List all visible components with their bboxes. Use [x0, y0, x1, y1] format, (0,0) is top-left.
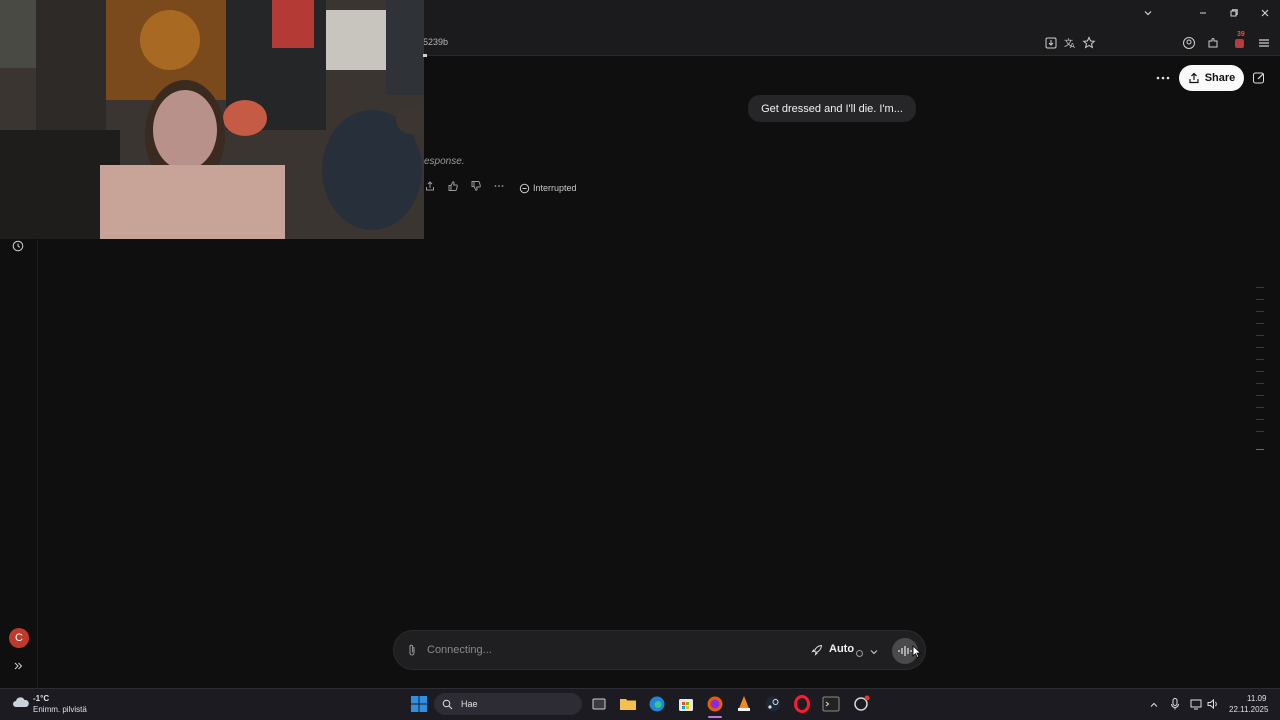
- firefox-icon[interactable]: [705, 694, 725, 714]
- clock-date[interactable]: 22.11.2025: [1229, 705, 1268, 714]
- file-explorer-icon[interactable]: [618, 694, 638, 714]
- opera-icon[interactable]: [792, 694, 812, 714]
- new-chat-icon[interactable]: [1251, 70, 1267, 86]
- more-actions-icon[interactable]: [493, 179, 505, 197]
- tray-overflow-chevron-icon[interactable]: [1148, 698, 1160, 710]
- steam-icon[interactable]: [763, 694, 783, 714]
- share-label: Share: [1204, 72, 1236, 84]
- rocket-icon[interactable]: [811, 643, 823, 656]
- close-window-button[interactable]: [1256, 6, 1274, 24]
- stop-circle-icon: [519, 183, 530, 193]
- network-icon[interactable]: [1189, 697, 1203, 711]
- active-app-indicator: [708, 716, 722, 718]
- more-options-icon[interactable]: [1155, 70, 1171, 86]
- scroll-tick: [1256, 347, 1264, 348]
- store-icon[interactable]: [676, 694, 696, 714]
- windows-start-icon[interactable]: [409, 694, 429, 714]
- extensions-icon[interactable]: [1205, 35, 1221, 51]
- restore-button[interactable]: [1225, 6, 1243, 24]
- webcam-feed-image: [0, 0, 424, 239]
- chatgpt-app-icon[interactable]: [851, 694, 871, 714]
- weather-cloud-icon[interactable]: [11, 695, 31, 711]
- message-actions: Interrupted: [424, 181, 577, 195]
- url-bar[interactable]: 5239b: [423, 37, 448, 47]
- scroll-tick: [1256, 335, 1264, 336]
- weather-description: Enimm. pilvistä: [33, 705, 87, 714]
- search-label: Hae: [461, 699, 478, 709]
- tab-list-chevron-icon[interactable]: [1139, 6, 1157, 24]
- svg-text:A: A: [1070, 42, 1075, 50]
- assistant-response-text: esponse.: [424, 156, 465, 167]
- interrupted-status: Interrupted: [519, 183, 577, 194]
- scroll-tick: [1256, 359, 1264, 360]
- vlc-icon[interactable]: [734, 694, 754, 714]
- scroll-tick: [1256, 323, 1264, 324]
- model-chevron-down-icon[interactable]: [869, 644, 879, 655]
- scroll-tick: [1256, 371, 1264, 372]
- taskbar-search[interactable]: Hae: [434, 693, 582, 715]
- microphone-icon[interactable]: [1169, 697, 1181, 711]
- scroll-tick: [1256, 431, 1264, 432]
- history-icon[interactable]: [11, 239, 25, 253]
- interrupted-label: Interrupted: [533, 183, 577, 193]
- addon-badge-icon[interactable]: 39: [1232, 31, 1248, 51]
- user-message-bubble: Get dressed and I'll die. I'm...: [748, 95, 916, 122]
- scroll-tick: [1256, 287, 1264, 288]
- left-sidebar: [0, 238, 38, 688]
- task-view-icon[interactable]: [589, 694, 609, 714]
- share-icon: [1189, 72, 1199, 84]
- terminal-icon[interactable]: [821, 694, 841, 714]
- browser-menu-icon[interactable]: [1256, 35, 1272, 51]
- scroll-tick: [1256, 419, 1264, 420]
- scroll-tick: [1256, 299, 1264, 300]
- scroll-tick: [1256, 407, 1264, 408]
- clock-time[interactable]: 11.09: [1247, 694, 1266, 703]
- mouse-cursor-icon: [912, 645, 922, 659]
- install-app-icon[interactable]: [1043, 35, 1059, 51]
- scroll-tick: [1256, 311, 1264, 312]
- expand-sidebar-icon[interactable]: [11, 659, 25, 673]
- edge-browser-icon[interactable]: [647, 694, 667, 714]
- translate-icon[interactable]: 文A: [1062, 35, 1078, 51]
- user-avatar[interactable]: C: [9, 628, 29, 648]
- search-icon: [442, 699, 453, 709]
- addon-badge-count: 39: [1237, 31, 1245, 38]
- share-button[interactable]: Share: [1179, 65, 1244, 91]
- avatar-letter: C: [15, 632, 23, 644]
- thumbs-up-icon[interactable]: [447, 179, 459, 197]
- composer-input[interactable]: [427, 643, 787, 657]
- user-message-text: Get dressed and I'll die. I'm...: [761, 102, 903, 115]
- bookmark-star-icon[interactable]: [1081, 35, 1097, 51]
- share-message-icon[interactable]: [424, 179, 436, 197]
- url-caret: [423, 54, 427, 57]
- weather-temp: -1°C: [33, 694, 50, 703]
- scroll-tick: [1256, 395, 1264, 396]
- attach-icon[interactable]: [406, 643, 418, 657]
- account-icon[interactable]: [1181, 35, 1197, 51]
- thumbs-down-icon[interactable]: [470, 179, 482, 197]
- scroll-tick-active[interactable]: [1256, 449, 1264, 450]
- scroll-tick: [1256, 383, 1264, 384]
- webcam-overlay: [0, 0, 424, 239]
- model-badge-icon: [855, 645, 864, 657]
- model-selector-label[interactable]: Auto: [829, 643, 854, 655]
- volume-icon[interactable]: [1206, 697, 1220, 711]
- minimize-button[interactable]: [1194, 6, 1212, 24]
- windows-taskbar: [0, 688, 1280, 720]
